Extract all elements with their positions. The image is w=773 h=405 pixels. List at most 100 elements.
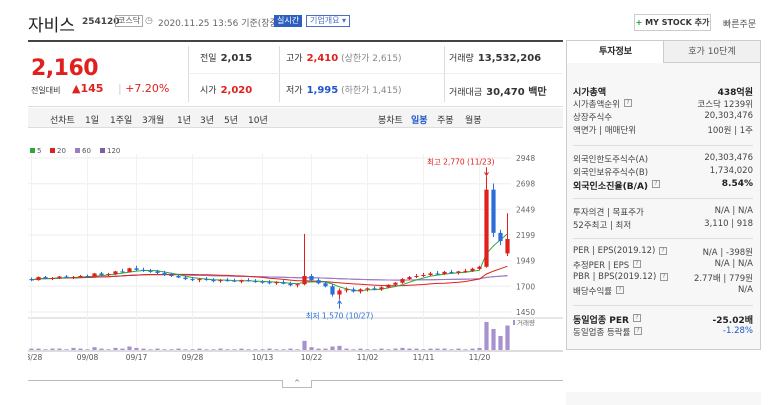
volume-bar bbox=[498, 336, 503, 350]
help-icon[interactable]: ? bbox=[634, 327, 642, 335]
candle-body bbox=[498, 232, 503, 242]
chart-period-bar: 선차트 1일 1주일 3개월 1년 3년 5년 10년 봉차트 일봉 주봉 월봉 bbox=[28, 108, 563, 128]
info-row-value: 2.77배 | 779원 bbox=[693, 274, 753, 284]
tab-5y[interactable]: 5년 bbox=[224, 113, 238, 126]
info-row-value: 20,303,476 bbox=[704, 111, 753, 121]
volume-bar bbox=[50, 348, 55, 350]
candle-body bbox=[505, 239, 510, 254]
info-row-value: 3,110 | 918 bbox=[704, 219, 753, 229]
volume-bar bbox=[106, 349, 111, 350]
legend-label: 20 bbox=[57, 147, 66, 155]
divider bbox=[279, 46, 280, 102]
x-tick-label: 08/28 bbox=[28, 353, 43, 362]
candle-body bbox=[344, 289, 349, 291]
help-icon[interactable]: ? bbox=[659, 247, 667, 255]
candlestick-chart[interactable]: 5 20 60 120 2948 2698 2449 2199 1949 1700 1450 08/2… bbox=[28, 140, 563, 380]
investment-info-panel: 투자정보 호가 10단계 시가총액 438억원 시가총액순위? 코스닥 1239위 상장… bbox=[566, 40, 761, 350]
timestamp: 2020.11.25 13:56 기준(장중) bbox=[158, 19, 282, 29]
volume-bar bbox=[134, 347, 139, 350]
volume-bar bbox=[29, 348, 34, 350]
candle-body bbox=[169, 274, 174, 277]
volume-bar bbox=[477, 347, 482, 350]
tab-3m[interactable]: 3개월 bbox=[142, 113, 164, 126]
volume: 거래량 13,532,206 bbox=[449, 51, 541, 64]
volume-bar bbox=[274, 349, 279, 350]
company-overview-label: 기업개요 bbox=[310, 16, 340, 25]
chevron-down-icon: ▾ bbox=[342, 16, 347, 25]
candle-body bbox=[211, 279, 216, 282]
candle-body bbox=[386, 284, 391, 288]
volume-bar bbox=[190, 349, 195, 350]
volume-bar bbox=[155, 348, 160, 350]
tab-orderbook-10[interactable]: 호가 10단계 bbox=[663, 41, 760, 63]
help-icon[interactable]: ? bbox=[652, 180, 660, 188]
candle-body bbox=[183, 277, 188, 280]
tab-10y[interactable]: 10년 bbox=[248, 113, 268, 126]
volume-bar bbox=[162, 349, 167, 350]
help-icon[interactable]: ? bbox=[616, 286, 624, 294]
tab-1y[interactable]: 1년 bbox=[177, 113, 191, 126]
candle-body bbox=[456, 271, 461, 273]
legend-swatch bbox=[50, 148, 55, 153]
volume-value: 13,532,206 bbox=[477, 53, 542, 64]
candle-body bbox=[78, 276, 83, 278]
day-low: 저가 1,995 (하한가 1,415) bbox=[286, 83, 402, 96]
tab-weekly-candle[interactable]: 주봉 bbox=[437, 113, 454, 126]
info-row: PBR | BPS(2019.12)? 2.77배 | 779원 bbox=[573, 272, 753, 284]
y-tick-label: 2698 bbox=[516, 180, 535, 189]
candle-body bbox=[288, 283, 293, 286]
info-row-value: 100원 | 1주 bbox=[707, 126, 753, 136]
price-summary: 2,160 전일대비 ▲145 | +7.20% 전일 2,015 고가 2,410… bbox=[28, 40, 563, 108]
candle-body bbox=[218, 280, 223, 282]
volume-bar bbox=[505, 325, 510, 350]
legend-swatch bbox=[75, 148, 80, 153]
volume-bar bbox=[372, 349, 377, 350]
high-label: 고가 bbox=[286, 54, 303, 64]
tab-line-chart[interactable]: 선차트 bbox=[50, 113, 75, 126]
x-tick-label: 11/11 bbox=[413, 353, 435, 362]
realtime-badge[interactable]: 실시간 bbox=[274, 15, 303, 27]
volume-bar bbox=[99, 348, 104, 350]
divider bbox=[188, 73, 563, 74]
volume-bar bbox=[330, 346, 335, 350]
info-row-label: 52주최고 | 최저 bbox=[573, 221, 632, 231]
volume-bar bbox=[309, 347, 314, 350]
add-mystock-button[interactable]: + MY STOCK 추가 bbox=[634, 14, 711, 31]
help-icon[interactable]: ? bbox=[660, 273, 668, 281]
quick-order-link[interactable]: 빠른주문 bbox=[723, 17, 756, 30]
volume-bar bbox=[218, 348, 223, 350]
volume-bar bbox=[232, 349, 237, 350]
low-value: 1,995 bbox=[306, 85, 339, 96]
help-icon[interactable]: ? bbox=[633, 260, 641, 268]
info-row-label: 동일업종 PER bbox=[573, 316, 629, 326]
candle-body bbox=[477, 266, 482, 269]
candle-body bbox=[400, 279, 405, 283]
tab-3y[interactable]: 3년 bbox=[200, 113, 214, 126]
candle-body bbox=[85, 276, 90, 278]
help-icon[interactable]: ? bbox=[624, 99, 632, 107]
candle-body bbox=[351, 289, 356, 292]
candle-body bbox=[435, 273, 440, 275]
info-row-label: PER | EPS(2019.12) bbox=[573, 246, 656, 256]
tab-monthly-candle[interactable]: 월봉 bbox=[465, 113, 482, 126]
volume-bar bbox=[197, 348, 202, 350]
volume-bar bbox=[148, 349, 153, 350]
candle-body bbox=[106, 273, 111, 275]
legend-swatch bbox=[100, 148, 105, 153]
tab-daily-candle[interactable]: 일봉 bbox=[411, 113, 428, 126]
volume-bar bbox=[260, 349, 265, 350]
stock-name: 자비스 bbox=[28, 16, 75, 36]
collapse-chart-button[interactable]: ^ bbox=[282, 380, 312, 388]
tab-1d[interactable]: 1일 bbox=[85, 113, 99, 126]
tab-investment-info[interactable]: 투자정보 bbox=[567, 41, 664, 63]
change-amount: 145 bbox=[80, 82, 104, 95]
amount-label: 거래대금 bbox=[449, 88, 483, 98]
volume-bar bbox=[239, 348, 244, 350]
info-row: 52주최고 | 최저 3,110 | 918 bbox=[573, 219, 753, 231]
tab-1w[interactable]: 1주일 bbox=[110, 113, 132, 126]
info-row-value: 438억원 bbox=[717, 88, 753, 98]
company-overview-dropdown[interactable]: 기업개요 ▾ bbox=[306, 15, 351, 27]
help-icon[interactable]: ? bbox=[633, 314, 641, 322]
candle-body bbox=[43, 277, 48, 279]
candle-body bbox=[92, 273, 97, 277]
